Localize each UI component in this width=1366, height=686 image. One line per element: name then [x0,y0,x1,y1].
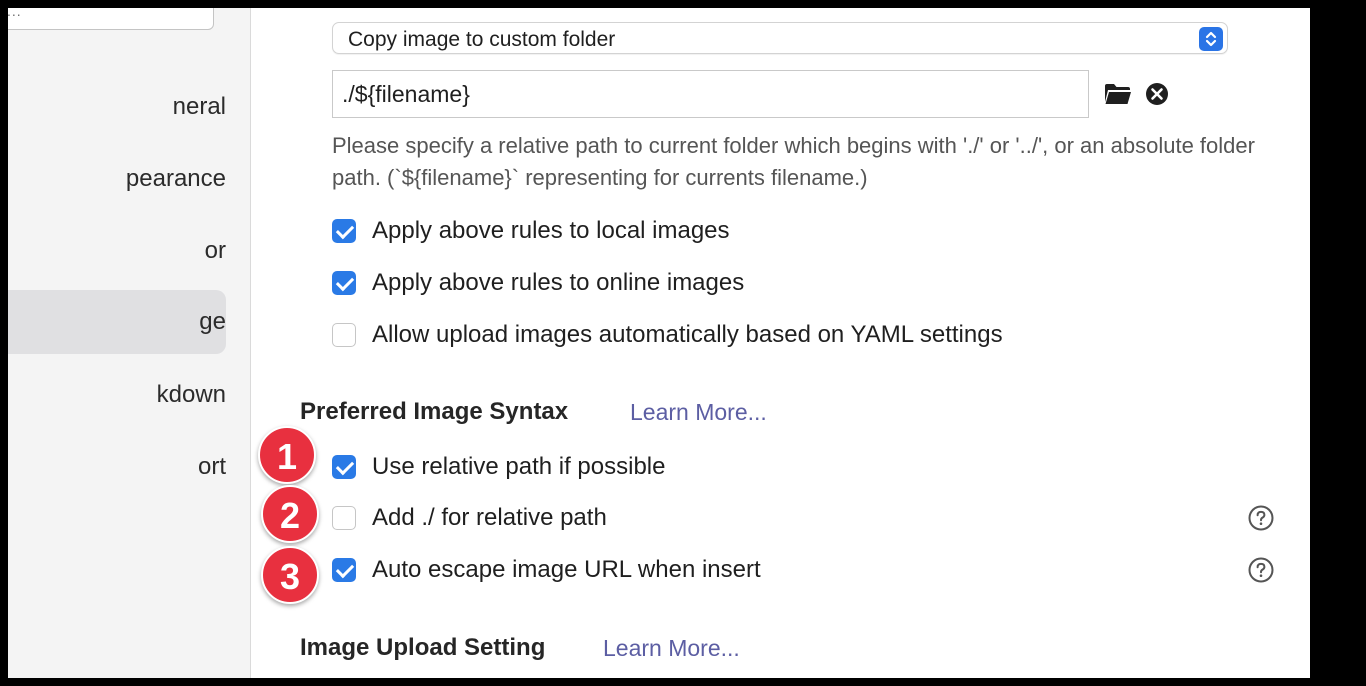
search-placeholder: ... [8,8,22,19]
add-dot-slash-checkbox[interactable] [332,506,356,530]
syntax-learn-more-link[interactable]: Learn More... [630,399,767,426]
option-label: Allow upload images automatically based … [372,321,1003,348]
sidebar-item-label: neral [172,93,226,120]
add-dot-slash-option[interactable]: Add ./ for relative path [332,503,607,533]
sidebar-item-label: ge [199,308,226,335]
image-upload-setting-title: Image Upload Setting [300,634,546,661]
use-relative-path-option[interactable]: Use relative path if possible [332,452,665,482]
option-label: Use relative path if possible [372,453,666,480]
sidebar-item-label: ort [197,453,226,480]
auto-escape-url-option[interactable]: Auto escape image URL when insert [332,555,761,585]
chevron-up-down-icon [1199,27,1223,51]
folder-icon[interactable] [1104,82,1132,106]
allow-yaml-upload-option[interactable]: Allow upload images automatically based … [332,320,1003,350]
option-label: Add ./ for relative path [372,504,607,531]
preferences-window: ... neral pearance or ge kdown ort Copy … [8,8,1310,678]
close-circle-icon[interactable] [1145,82,1169,106]
auto-escape-url-checkbox[interactable] [332,558,356,582]
folder-path-hint: Please specify a relative path to curren… [332,133,1255,190]
sidebar-item-editor[interactable]: or [8,219,226,283]
annotation-badge-2: 2 [261,485,319,543]
sidebar-item-label: kdown [156,381,226,408]
apply-local-images-option[interactable]: Apply above rules to local images [332,216,730,246]
sidebar-item-label: or [204,237,226,264]
annotation-badge-1: 1 [258,426,316,484]
option-label: Apply above rules to online images [372,269,745,296]
sidebar-item-appearance[interactable]: pearance [8,147,226,211]
question-circle-icon[interactable] [1248,505,1274,531]
option-label: Auto escape image URL when insert [372,556,761,583]
apply-online-images-option[interactable]: Apply above rules to online images [332,268,744,298]
apply-online-images-checkbox[interactable] [332,271,356,295]
sidebar-item-markdown[interactable]: kdown [8,363,226,427]
select-value: Copy image to custom folder [348,28,616,51]
sidebar-item-export[interactable]: ort [8,435,226,499]
option-label: Apply above rules to local images [372,217,730,244]
annotation-badge-3: 3 [261,546,319,604]
preferred-image-syntax-title: Preferred Image Syntax [300,398,569,425]
upload-learn-more-link[interactable]: Learn More... [603,635,740,662]
sidebar: ... neral pearance or ge kdown ort [8,8,251,678]
folder-path-input[interactable] [332,70,1089,118]
use-relative-path-checkbox[interactable] [332,455,356,479]
insert-image-action-select[interactable]: Copy image to custom folder [332,22,1228,54]
sidebar-item-general[interactable]: neral [8,75,226,139]
settings-content: Copy image to custom folder Please speci… [252,8,1310,678]
question-circle-icon[interactable] [1248,557,1274,583]
apply-local-images-checkbox[interactable] [332,219,356,243]
allow-yaml-upload-checkbox[interactable] [332,323,356,347]
sidebar-item-image[interactable]: ge [8,290,226,354]
sidebar-item-label: pearance [125,165,226,192]
sidebar-search-box[interactable]: ... [8,8,214,30]
